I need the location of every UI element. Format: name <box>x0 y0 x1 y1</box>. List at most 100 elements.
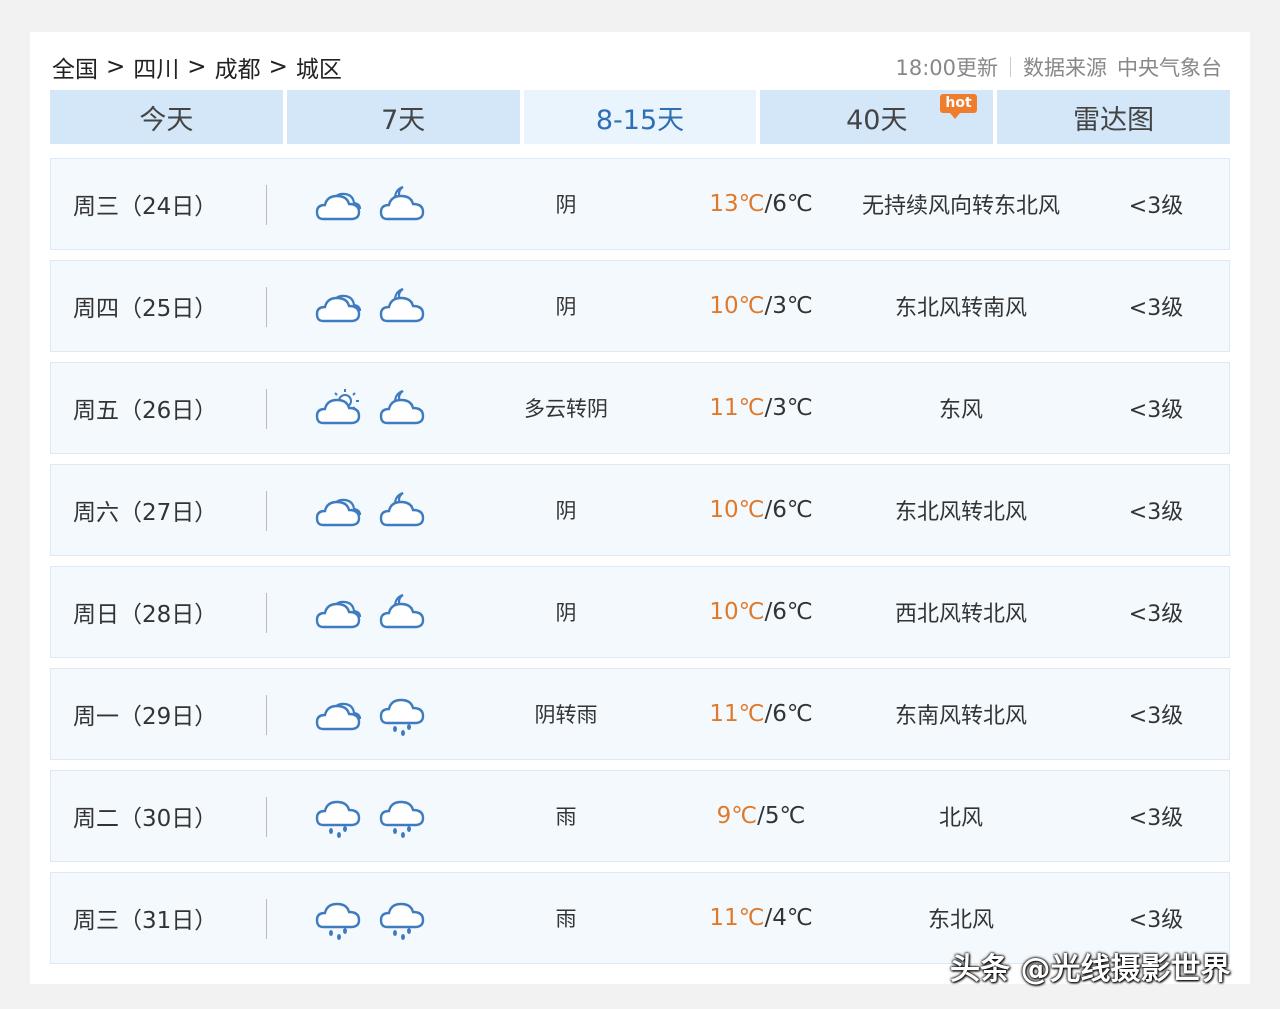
temp-separator: / <box>757 803 765 829</box>
wind-level: <3级 <box>1128 704 1184 729</box>
low-temp: 6℃ <box>772 191 813 217</box>
row-divider <box>266 899 267 939</box>
wind-level: <3级 <box>1128 500 1184 525</box>
row-divider <box>266 695 267 735</box>
cloud-icon <box>313 489 363 537</box>
cloud-icon <box>313 183 363 231</box>
data-source-name: 中央气象台 <box>1117 56 1222 80</box>
wind-level: <3级 <box>1128 296 1184 321</box>
temperature: 11℃/3℃ <box>681 395 841 421</box>
temperature: 10℃/6℃ <box>681 599 841 625</box>
wind-level: <3级 <box>1128 806 1184 831</box>
meta-divider <box>1010 57 1011 77</box>
weather-condition: 阴 <box>555 295 577 319</box>
temperature: 10℃/6℃ <box>681 497 841 523</box>
cloud-moon-icon <box>377 285 427 333</box>
forecast-row: 周六（27日） 阴 10℃/6℃ 东北风转北风 <3级 <box>50 464 1230 556</box>
wind-level: <3级 <box>1128 398 1184 423</box>
wind-direction: 东南风转北风 <box>894 704 1027 729</box>
forecast-date: 周三（24日） <box>73 194 218 220</box>
hot-badge: hot <box>940 94 977 119</box>
low-temp: 5℃ <box>764 803 806 829</box>
forecast-row: 周二（30日） 雨 9℃/5℃ 北风 <3级 <box>50 770 1230 862</box>
breadcrumb-district[interactable]: 城区 <box>296 50 342 84</box>
rain-icon <box>313 795 363 843</box>
row-divider <box>266 797 267 837</box>
forecast-date: 周日（28日） <box>73 602 218 628</box>
low-temp: 6℃ <box>772 599 813 625</box>
cloud-moon-icon <box>377 387 427 435</box>
weather-condition: 阴 <box>555 499 577 523</box>
wind-level: <3级 <box>1128 194 1184 219</box>
weather-condition: 阴 <box>555 601 577 625</box>
high-temp: 10℃ <box>709 497 765 523</box>
forecast-date: 周五（26日） <box>73 398 218 424</box>
weather-condition: 多云转阴 <box>524 397 608 421</box>
rain-icon <box>313 897 363 945</box>
breadcrumb-city[interactable]: 成都 <box>215 50 261 84</box>
top-bar: 全国 > 四川 > 成都 > 城区 18:00更新 数据来源 中央气象台 <box>52 50 1222 84</box>
forecast-row: 周五（26日） 多云转阴 11℃/3℃ 东风 <3级 <box>50 362 1230 454</box>
breadcrumb-separator: > <box>106 54 126 80</box>
tab-label: 8-15天 <box>595 104 685 136</box>
tab-7-days[interactable]: 7天 <box>286 90 520 144</box>
tab-today[interactable]: 今天 <box>50 90 283 144</box>
wind-direction: 北风 <box>938 806 983 831</box>
tab-label: 今天 <box>139 104 194 136</box>
forecast-row: 周一（29日） 阴转雨 11℃/6℃ 东南风转北风 <3级 <box>50 668 1230 760</box>
row-divider <box>266 287 267 327</box>
forecast-row: 周日（28日） 阴 10℃/6℃ 西北风转北风 <3级 <box>50 566 1230 658</box>
high-temp: 13℃ <box>709 191 765 217</box>
weather-icons <box>313 897 427 945</box>
low-temp: 6℃ <box>772 497 813 523</box>
high-temp: 10℃ <box>709 599 765 625</box>
breadcrumb-national[interactable]: 全国 <box>52 50 98 84</box>
cloud-sun-icon <box>313 387 363 435</box>
cloud-icon <box>313 285 363 333</box>
row-divider <box>266 185 267 225</box>
wind-direction: 西北风转北风 <box>894 602 1027 627</box>
row-divider <box>266 593 267 633</box>
wind-level: <3级 <box>1128 908 1184 933</box>
tab-label: 雷达图 <box>1073 104 1155 136</box>
tab-8-15-days[interactable]: 8-15天 <box>523 90 757 144</box>
watermark: 头条 @光线摄影世界 <box>950 952 1231 987</box>
wind-direction: 无持续风向转东北风 <box>861 194 1060 219</box>
forecast-date: 周四（25日） <box>73 296 218 322</box>
tab-radar[interactable]: 雷达图 <box>997 90 1230 144</box>
temperature: 11℃/4℃ <box>681 905 841 931</box>
high-temp: 11℃ <box>709 905 765 931</box>
weather-icons <box>313 489 427 537</box>
low-temp: 3℃ <box>772 293 813 319</box>
tab-40-days[interactable]: 40天 hot <box>760 90 994 144</box>
breadcrumb-province[interactable]: 四川 <box>133 50 179 84</box>
update-time: 18:00更新 <box>895 56 998 80</box>
rain-icon <box>377 693 427 741</box>
forecast-list: 周三（24日） 阴 13℃/6℃ 无持续风向转东北风 <3级 周四（25日） 阴… <box>50 158 1230 974</box>
cloud-icon <box>313 591 363 639</box>
row-divider <box>266 389 267 429</box>
forecast-row: 周三（24日） 阴 13℃/6℃ 无持续风向转东北风 <3级 <box>50 158 1230 250</box>
wind-direction: 东北风转北风 <box>894 500 1027 525</box>
data-source-label: 数据来源 <box>1023 56 1107 80</box>
weather-card: 全国 > 四川 > 成都 > 城区 18:00更新 数据来源 中央气象台 今天 … <box>30 32 1250 984</box>
weather-condition: 雨 <box>555 907 577 931</box>
temperature: 13℃/6℃ <box>681 191 841 217</box>
cloud-icon <box>313 693 363 741</box>
weather-condition: 雨 <box>555 805 577 829</box>
high-temp: 9℃ <box>716 803 758 829</box>
wind-direction: 东北风转南风 <box>894 296 1027 321</box>
low-temp: 6℃ <box>772 701 813 727</box>
weather-icons <box>313 693 427 741</box>
weather-condition: 阴转雨 <box>534 703 598 727</box>
update-info: 18:00更新 数据来源 中央气象台 <box>895 52 1222 82</box>
forecast-date: 周三（31日） <box>73 908 218 934</box>
weather-icons <box>313 795 427 843</box>
forecast-date: 周一（29日） <box>73 704 218 730</box>
wind-direction: 东风 <box>938 398 983 423</box>
weather-icons <box>313 591 427 639</box>
breadcrumb-separator: > <box>187 54 207 80</box>
breadcrumb: 全国 > 四川 > 成都 > 城区 <box>52 50 342 84</box>
tab-label: 7天 <box>381 104 426 136</box>
forecast-tabs: 今天 7天 8-15天 40天 hot 雷达图 <box>50 90 1230 144</box>
